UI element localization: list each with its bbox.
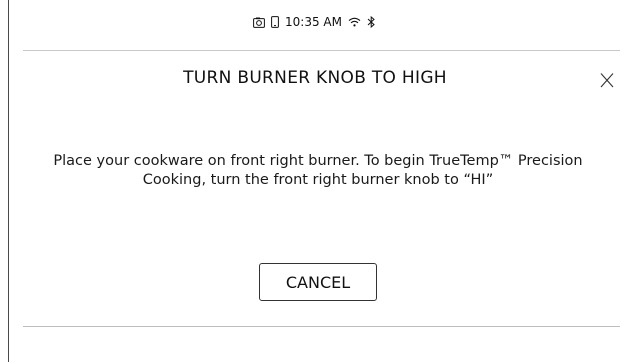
phone-icon [271,16,279,28]
top-divider [23,50,620,51]
close-button[interactable] [600,72,620,94]
bottom-divider [23,326,620,327]
camera-icon [253,17,265,28]
close-icon [600,73,614,88]
appliance-screen: 10:35 AM TURN BURNER KNOB TO HIGH Place … [8,0,620,362]
status-time: 10:35 AM [285,15,342,29]
bluetooth-icon [367,16,376,28]
wifi-icon [348,17,361,27]
status-bar: 10:35 AM [9,0,620,44]
dialog-title: TURN BURNER KNOB TO HIGH [183,68,447,88]
instruction-message: Place your cookware on front right burne… [53,153,583,188]
cancel-button[interactable]: CANCEL [259,263,377,301]
